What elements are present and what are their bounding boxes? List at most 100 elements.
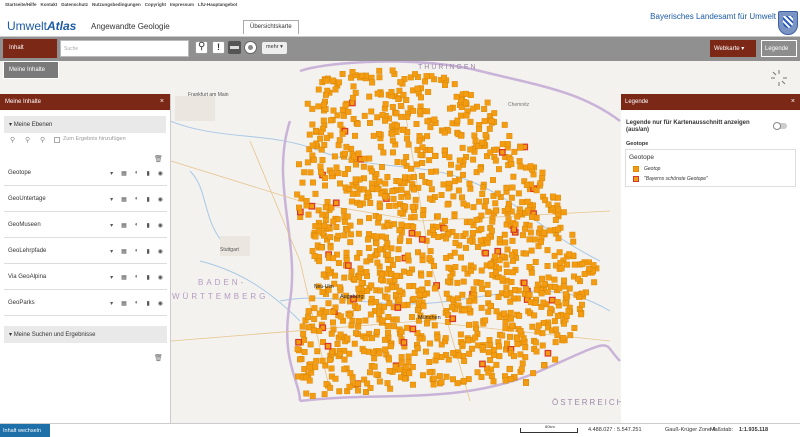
geotope-marker[interactable] — [352, 132, 358, 139]
layer-row-via-geoalpina[interactable]: Via GeoAlpina ▾ ▦ ◐ ▮ ◉ — [4, 266, 167, 290]
geotope-marker[interactable] — [485, 208, 492, 215]
geotope-marker[interactable] — [382, 336, 388, 343]
geotope-marker[interactable] — [381, 193, 388, 200]
geotope-marker[interactable] — [485, 308, 492, 315]
geotope-marker-highlight[interactable] — [345, 262, 352, 269]
trash-icon[interactable]: ▮ — [146, 222, 149, 229]
geotope-marker[interactable] — [389, 67, 396, 74]
geotope-marker[interactable] — [382, 117, 388, 124]
geotope-marker[interactable] — [528, 247, 535, 254]
geotope-marker[interactable] — [504, 340, 510, 347]
geotope-marker[interactable] — [517, 351, 524, 358]
geotope-marker[interactable] — [426, 179, 433, 186]
geotope-marker[interactable] — [424, 118, 431, 125]
geotope-marker[interactable] — [400, 91, 407, 98]
geotope-marker[interactable] — [484, 99, 491, 106]
geotope-marker[interactable] — [555, 194, 561, 201]
geotope-marker[interactable] — [337, 313, 344, 320]
geotope-marker[interactable] — [478, 267, 485, 274]
geotope-marker[interactable] — [502, 319, 509, 326]
geotope-marker[interactable] — [347, 239, 354, 246]
geotope-marker[interactable] — [424, 320, 430, 327]
geotope-marker[interactable] — [471, 132, 478, 139]
geotope-marker[interactable] — [507, 298, 514, 305]
geotope-marker[interactable] — [298, 195, 305, 202]
geotope-marker[interactable] — [511, 353, 517, 360]
geotope-marker[interactable] — [296, 161, 302, 168]
geotope-marker[interactable] — [315, 86, 322, 93]
geotope-marker[interactable] — [481, 203, 488, 210]
geotope-marker[interactable] — [453, 93, 460, 100]
geotope-marker[interactable] — [501, 231, 508, 238]
geotope-marker[interactable] — [384, 323, 391, 329]
geotope-marker[interactable] — [328, 365, 335, 372]
geotope-marker[interactable] — [581, 271, 588, 278]
geotope-marker[interactable] — [353, 161, 359, 168]
geotope-marker[interactable] — [484, 239, 491, 246]
geotope-marker[interactable] — [301, 169, 308, 176]
geotope-marker[interactable] — [375, 219, 382, 226]
geotope-marker[interactable] — [335, 170, 342, 177]
info-icon[interactable]: ! — [212, 41, 225, 54]
my-content-button[interactable]: Meine Inhalte — [3, 61, 59, 79]
geotope-marker[interactable] — [400, 126, 406, 133]
zoom-tool-icon[interactable] — [195, 41, 208, 54]
geotope-marker[interactable] — [552, 339, 559, 346]
geotope-marker[interactable] — [512, 221, 519, 228]
geotope-marker[interactable] — [416, 335, 423, 342]
geotope-marker[interactable] — [387, 257, 394, 264]
geotope-marker[interactable] — [406, 370, 413, 377]
geotope-marker[interactable] — [434, 334, 441, 340]
geotope-marker[interactable] — [532, 339, 539, 346]
geotope-marker[interactable] — [467, 219, 474, 226]
geotope-marker[interactable] — [386, 300, 393, 307]
chevron-down-icon[interactable]: ▾ — [110, 300, 113, 307]
geotope-marker[interactable] — [367, 254, 374, 261]
geotope-marker[interactable] — [487, 302, 494, 309]
geotope-marker[interactable] — [575, 275, 581, 282]
geotope-marker[interactable] — [499, 141, 506, 148]
geotope-marker[interactable] — [402, 174, 408, 181]
geotope-marker[interactable] — [481, 118, 488, 125]
geotope-marker[interactable] — [550, 193, 556, 200]
geotope-marker[interactable] — [466, 321, 472, 328]
geotope-marker[interactable] — [311, 253, 318, 260]
geotope-marker[interactable] — [486, 125, 493, 132]
geotope-marker[interactable] — [369, 79, 376, 86]
geotope-marker[interactable] — [563, 312, 570, 319]
geotope-marker[interactable] — [504, 246, 511, 253]
chevron-down-icon[interactable]: ▾ — [110, 274, 113, 281]
geotope-marker[interactable] — [341, 274, 348, 281]
geotope-marker[interactable] — [555, 206, 562, 213]
geotope-marker[interactable] — [400, 159, 407, 166]
geotope-marker[interactable] — [509, 237, 516, 244]
geotope-marker[interactable] — [552, 356, 559, 363]
scale-value[interactable]: 1:1.935.118 — [739, 427, 768, 433]
geotope-marker[interactable] — [327, 117, 334, 124]
geotope-marker[interactable] — [571, 261, 578, 268]
geotope-marker[interactable] — [483, 197, 489, 204]
geotope-marker[interactable] — [450, 350, 457, 356]
geotope-marker[interactable] — [518, 366, 525, 373]
geotope-marker[interactable] — [493, 361, 500, 368]
geotope-marker[interactable] — [376, 130, 382, 137]
geotope-marker[interactable] — [379, 271, 385, 278]
geotope-marker[interactable] — [367, 200, 374, 207]
geotope-marker[interactable] — [341, 366, 348, 373]
geotope-marker[interactable] — [323, 91, 329, 98]
geotope-marker[interactable] — [370, 349, 377, 356]
geotope-marker[interactable] — [539, 275, 545, 282]
geotope-marker[interactable] — [385, 313, 392, 320]
geotope-marker[interactable] — [472, 321, 479, 328]
geotope-marker[interactable] — [410, 295, 417, 302]
geotope-marker[interactable] — [426, 369, 433, 376]
geotope-marker[interactable] — [305, 314, 311, 321]
geotope-marker[interactable] — [329, 169, 336, 176]
add-to-results-checkbox[interactable] — [54, 137, 60, 143]
geotope-marker[interactable] — [379, 233, 386, 240]
geotope-marker[interactable] — [389, 104, 396, 110]
opacity-icon[interactable]: ◐ — [135, 274, 139, 281]
link-contact[interactable]: Kontakt — [41, 2, 58, 10]
geotope-marker[interactable] — [459, 291, 466, 298]
geotope-marker[interactable] — [371, 355, 378, 362]
